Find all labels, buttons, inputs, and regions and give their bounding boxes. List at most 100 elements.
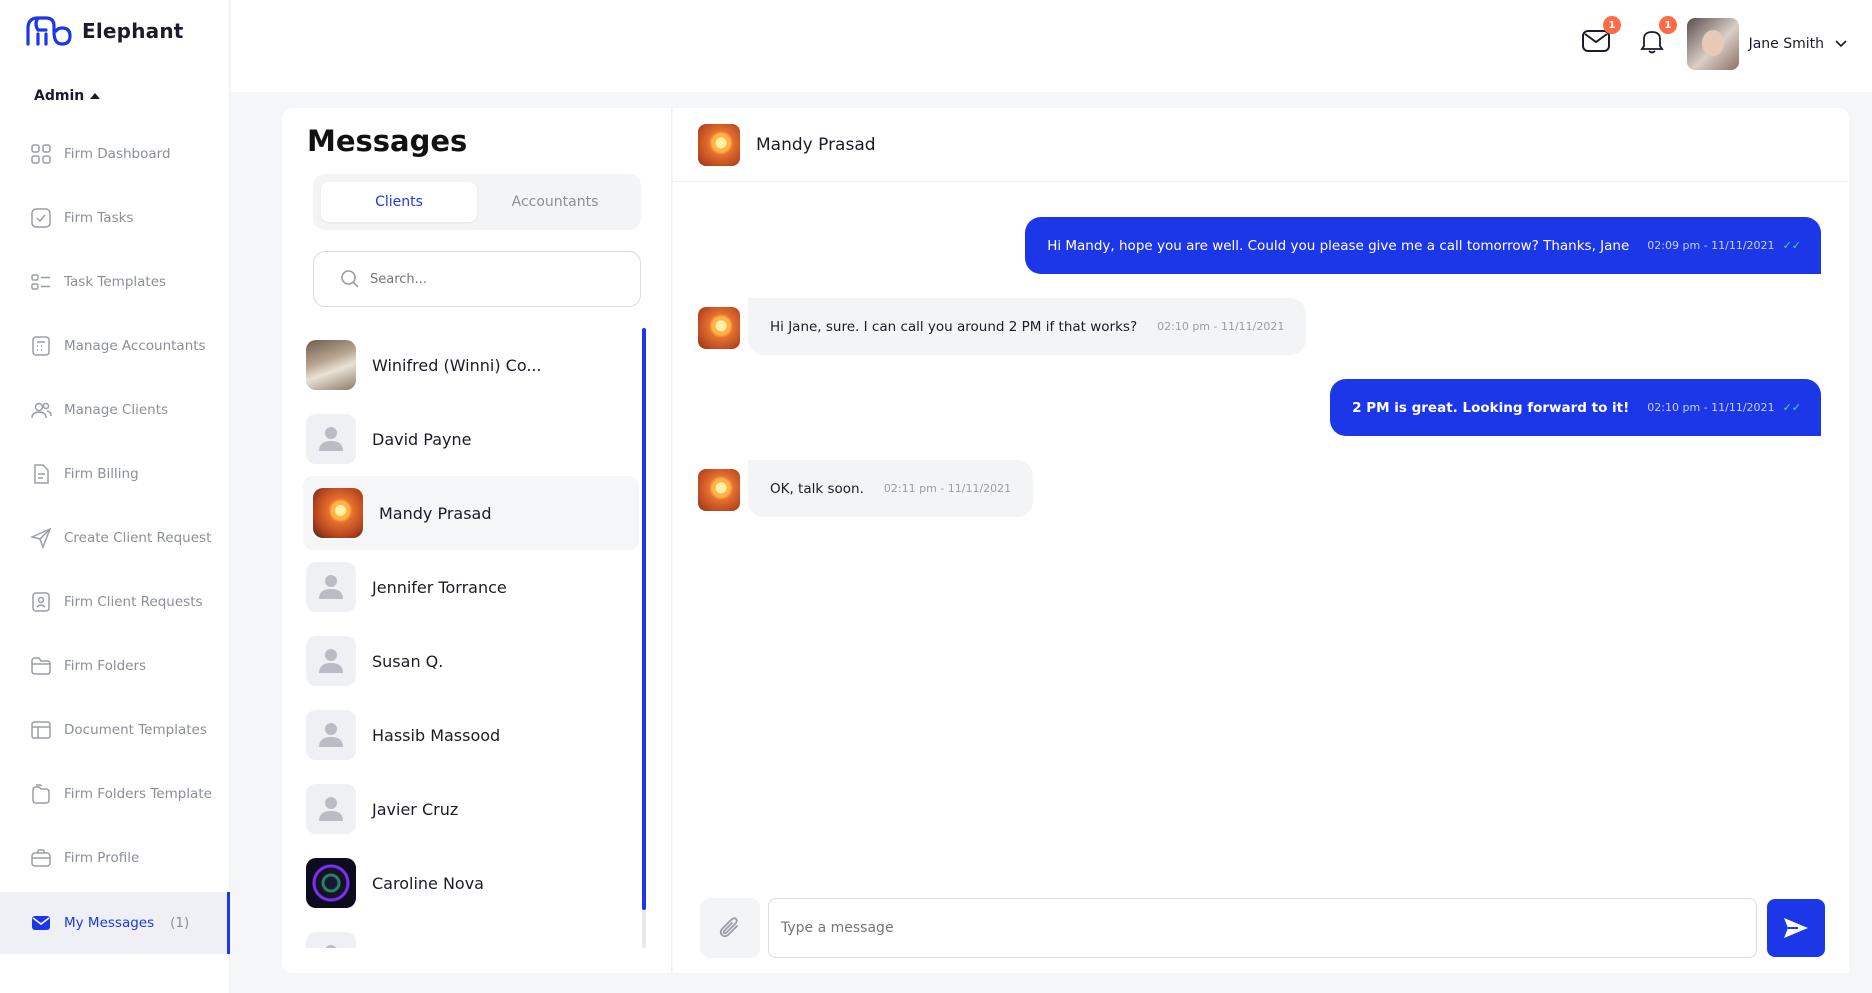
sidebar-item-label: Firm Profile bbox=[64, 850, 140, 866]
contact-name: Winifred (Winni) Co... bbox=[372, 355, 542, 375]
sidebar-item-label: Firm Tasks bbox=[64, 210, 134, 226]
search-icon bbox=[341, 270, 359, 288]
default-avatar-icon bbox=[306, 784, 356, 834]
sidebar-item-firm-folders[interactable]: Firm Folders bbox=[0, 634, 230, 698]
avatar bbox=[698, 123, 740, 166]
request-icon bbox=[32, 592, 50, 612]
grid-icon bbox=[31, 144, 51, 164]
tab-clients[interactable]: Clients bbox=[321, 182, 477, 222]
conversation-list-panel: Messages Clients Accountants Winifred (W… bbox=[282, 108, 672, 973]
users-icon bbox=[31, 402, 52, 419]
send-button[interactable] bbox=[1767, 899, 1825, 957]
avatar bbox=[698, 307, 740, 349]
message-text: OK, talk soon. bbox=[770, 480, 864, 497]
sidebar-item-label: Firm Billing bbox=[64, 466, 139, 482]
default-avatar-icon bbox=[306, 636, 356, 686]
folders-icon bbox=[32, 784, 50, 804]
search-input[interactable] bbox=[370, 271, 630, 287]
sidebar-item-firm-client-requests[interactable]: Firm Client Requests bbox=[0, 570, 230, 634]
sidebar-item-task-templates[interactable]: Task Templates bbox=[0, 250, 230, 314]
contact-name: Jennifer Torrance bbox=[372, 577, 507, 597]
contact-type-tabs: Clients Accountants bbox=[313, 174, 641, 230]
avatar bbox=[698, 469, 740, 511]
message-text: 2 PM is great. Looking forward to it! bbox=[1352, 399, 1630, 416]
paperclip-icon bbox=[719, 917, 738, 938]
avatar bbox=[306, 340, 356, 390]
sidebar-item-my-messages[interactable]: My Messages (1) bbox=[0, 892, 230, 954]
message-text: Hi Mandy, hope you are well. Could you p… bbox=[1047, 237, 1630, 254]
app-logo[interactable]: Elephant bbox=[24, 14, 184, 48]
chat-panel: Mandy Prasad Hi Mandy, hope you are well… bbox=[673, 108, 1849, 973]
message-time: 02:10 pm - 11/11/2021 bbox=[1157, 320, 1285, 333]
contact-item[interactable]: Mandy Prasad bbox=[303, 476, 639, 550]
message-outgoing: Hi Mandy, hope you are well. Could you p… bbox=[1025, 217, 1821, 274]
contact-item[interactable]: Susan Q. bbox=[303, 624, 639, 698]
sidebar-item-firm-tasks[interactable]: Firm Tasks bbox=[0, 186, 230, 250]
sidebar-item-firm-folders-template[interactable]: Firm Folders Template bbox=[0, 762, 230, 826]
contact-item[interactable]: Winifred (Winni) Co... bbox=[303, 328, 639, 402]
user-menu[interactable]: Jane Smith bbox=[1686, 18, 1848, 70]
default-avatar-icon bbox=[306, 932, 356, 948]
sidebar-item-document-templates[interactable]: Document Templates bbox=[0, 698, 230, 762]
contact-item[interactable]: David Payne bbox=[303, 402, 639, 476]
contact-item[interactable]: Caroline Nova bbox=[303, 846, 639, 920]
sidebar-item-label: Document Templates bbox=[64, 722, 207, 738]
message-text: Hi Jane, sure. I can call you around 2 P… bbox=[770, 318, 1138, 335]
read-check-icon: ✓✓ bbox=[1782, 239, 1801, 252]
message-time: 02:11 pm - 11/11/2021 bbox=[883, 482, 1012, 495]
message-input[interactable] bbox=[768, 898, 1757, 958]
tab-accountants[interactable]: Accountants bbox=[477, 182, 633, 222]
chat-header: Mandy Prasad bbox=[673, 108, 1849, 182]
message-composer bbox=[673, 883, 1849, 973]
search-box bbox=[313, 251, 641, 307]
sidebar: Elephant Admin Firm Dashboard Firm Tasks… bbox=[0, 0, 230, 993]
contact-list-scrollbar[interactable] bbox=[642, 328, 646, 948]
contact-name: Susan Q. bbox=[372, 651, 444, 671]
contact-item[interactable] bbox=[303, 920, 639, 948]
elephant-logo-icon bbox=[26, 16, 72, 46]
role-selector[interactable]: Admin bbox=[34, 88, 101, 104]
sidebar-item-label: Firm Dashboard bbox=[64, 146, 171, 162]
mail-icon bbox=[32, 916, 50, 930]
sidebar-item-create-client-request[interactable]: Create Client Request bbox=[0, 506, 230, 570]
sidebar-item-label: Task Templates bbox=[64, 274, 167, 290]
contact-list: Winifred (Winni) Co... David Payne Mandy… bbox=[303, 328, 639, 948]
contact-item[interactable]: Javier Cruz bbox=[303, 772, 639, 846]
default-avatar-icon bbox=[306, 562, 356, 612]
sidebar-item-firm-dashboard[interactable]: Firm Dashboard bbox=[0, 122, 230, 186]
layout-icon bbox=[31, 721, 51, 739]
contact-name: Javier Cruz bbox=[372, 799, 459, 819]
avatar bbox=[306, 858, 356, 908]
role-label: Admin bbox=[34, 88, 85, 104]
send-icon bbox=[1784, 918, 1808, 938]
avatar bbox=[313, 488, 363, 538]
sidebar-item-firm-profile[interactable]: Firm Profile bbox=[0, 826, 230, 890]
sidebar-nav: Firm Dashboard Firm Tasks Task Templates… bbox=[0, 122, 230, 954]
user-name: Jane Smith bbox=[1748, 36, 1824, 52]
top-header: 1 1 Jane Smith bbox=[231, 0, 1872, 92]
message-time: 02:10 pm - 11/11/2021 ✓✓ bbox=[1647, 401, 1801, 414]
message-incoming: Hi Jane, sure. I can call you around 2 P… bbox=[748, 298, 1307, 355]
contact-name: Hassib Massood bbox=[372, 725, 501, 745]
sidebar-item-manage-accountants[interactable]: Manage Accountants bbox=[0, 314, 230, 378]
avatar bbox=[1686, 18, 1739, 70]
sidebar-item-label: Firm Client Requests bbox=[64, 594, 203, 610]
message-incoming: OK, talk soon. 02:11 pm - 11/11/2021 bbox=[748, 460, 1034, 517]
read-check-icon: ✓✓ bbox=[1782, 401, 1801, 414]
notifications-button[interactable]: 1 bbox=[1635, 16, 1677, 58]
scrollbar-thumb[interactable] bbox=[642, 328, 646, 910]
sidebar-item-label: Manage Clients bbox=[64, 402, 169, 418]
contact-item[interactable]: Hassib Massood bbox=[303, 698, 639, 772]
sidebar-item-firm-billing[interactable]: Firm Billing bbox=[0, 442, 230, 506]
chat-contact-name: Mandy Prasad bbox=[756, 134, 876, 155]
mail-button[interactable]: 1 bbox=[1579, 16, 1621, 58]
default-avatar-icon bbox=[306, 710, 356, 760]
attach-button[interactable] bbox=[700, 898, 760, 958]
invoice-icon bbox=[34, 464, 49, 484]
sidebar-item-manage-clients[interactable]: Manage Clients bbox=[0, 378, 230, 442]
message-time: 02:09 pm - 11/11/2021 ✓✓ bbox=[1647, 239, 1801, 252]
chevron-down-icon bbox=[1835, 40, 1847, 48]
notification-badge: 1 bbox=[1659, 16, 1677, 34]
unread-count: (1) bbox=[170, 915, 190, 931]
contact-item[interactable]: Jennifer Torrance bbox=[303, 550, 639, 624]
